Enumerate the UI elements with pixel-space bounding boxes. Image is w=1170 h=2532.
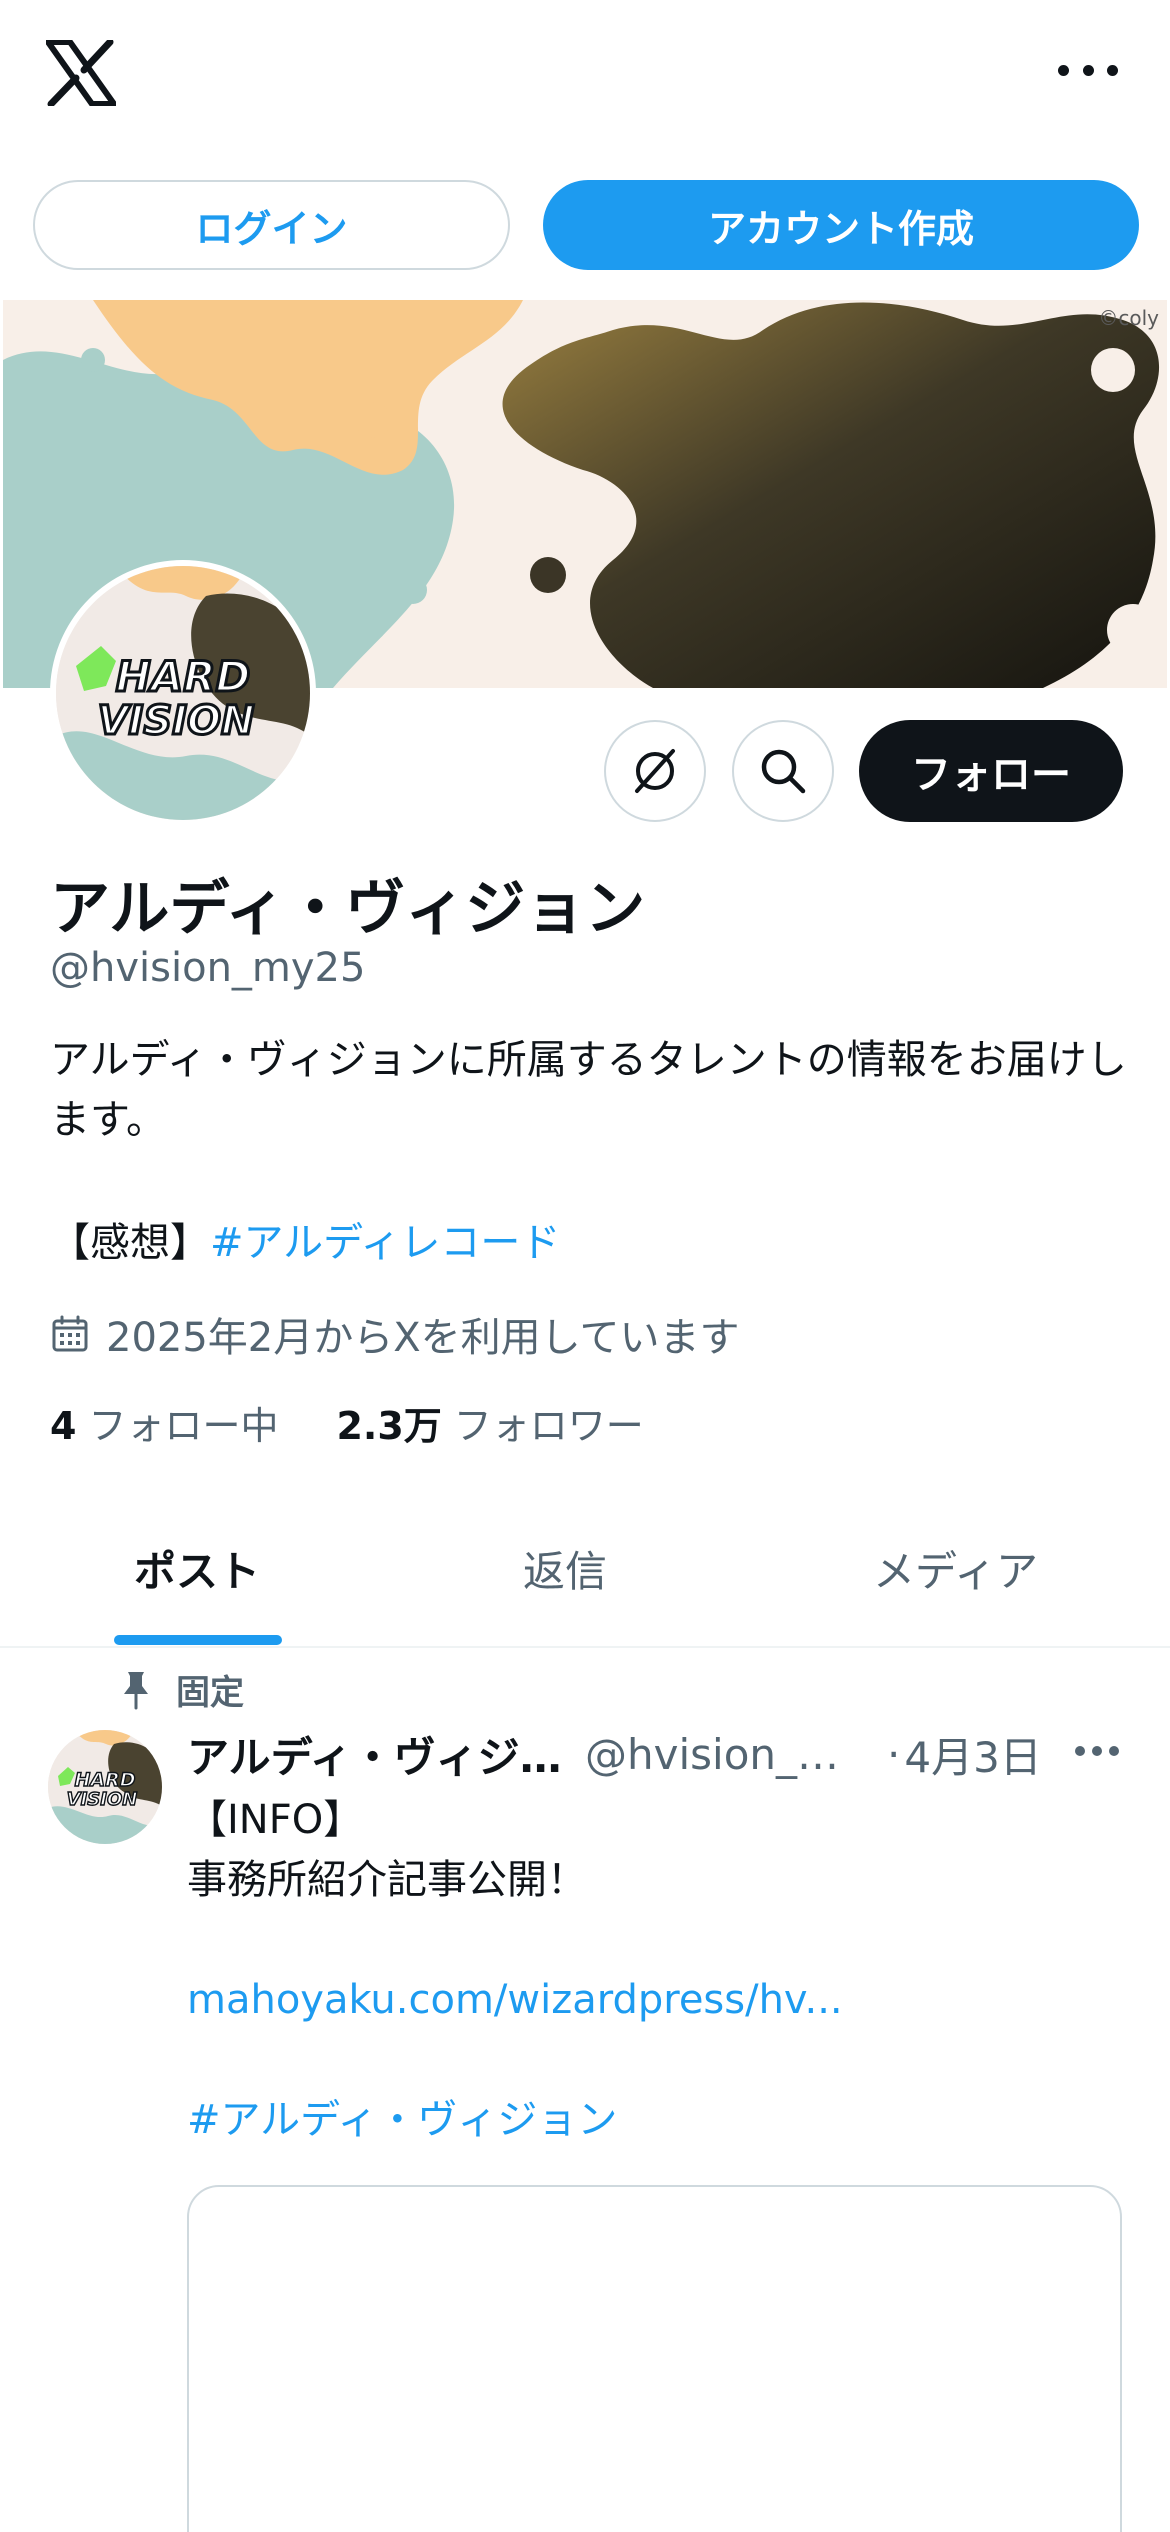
following-label: フォロー中 (88, 1404, 279, 1448)
grok-button[interactable] (604, 720, 706, 822)
post-handle[interactable]: @hvision_m... (585, 1730, 877, 1779)
display-name: アルディ・ヴィジョン (50, 874, 646, 944)
signup-button[interactable]: アカウント作成 (543, 180, 1139, 270)
post-avatar-logo-line2: VISION (67, 1789, 138, 1810)
x-logo-icon[interactable] (45, 38, 117, 108)
pinned-indicator: 固定 (120, 1665, 244, 1714)
post-media-card[interactable] (187, 2185, 1122, 2532)
bio-label: 【感想】 (50, 1220, 210, 1266)
avatar[interactable]: HARD VISION (50, 560, 316, 826)
post-link[interactable]: mahoyaku.com/wizardpress/hv... (187, 1970, 1117, 2030)
follow-button[interactable]: フォロー (859, 720, 1123, 822)
top-bar (0, 0, 1170, 150)
joined-text: 2025年2月からXを利用しています (106, 1315, 740, 1361)
more-horizontal-icon[interactable] (1058, 50, 1118, 90)
tab-replies[interactable]: 返信 (523, 1538, 607, 1599)
tab-posts[interactable]: ポスト (134, 1538, 260, 1599)
post-line-info: 【INFO】 (187, 1797, 364, 1843)
followers-link[interactable]: 2.3万 フォロワー (336, 1395, 643, 1450)
followers-count: 2.3万 (336, 1404, 442, 1448)
post-avatar[interactable]: HARD VISION (48, 1730, 162, 1844)
banner-credit: ©coly (1098, 306, 1159, 330)
profile-tabs: ポスト 返信 メディア (0, 1500, 1170, 1648)
following-link[interactable]: 4 フォロー中 (50, 1395, 278, 1450)
followers-label: フォロワー (453, 1404, 644, 1448)
login-button[interactable]: ログイン (33, 180, 510, 270)
post-author[interactable]: アルディ・ヴィジ... (187, 1724, 565, 1785)
bio: アルディ・ヴィジョンに所属するタレントの情報をお届けします。 (50, 1037, 1127, 1143)
post-header: アルディ・ヴィジ... @hvision_m... · 4月3日 (187, 1724, 1127, 1785)
pin-icon (124, 1671, 148, 1709)
post-avatar-logo-line1: HARD (74, 1769, 135, 1791)
avatar-logo-line1: HARD (116, 652, 251, 701)
avatar-logo-line2: VISION (97, 698, 254, 744)
post-separator: · (887, 1730, 901, 1779)
follow-stats: 4 フォロー中 2.3万 フォロワー (50, 1395, 644, 1450)
search-button[interactable] (732, 720, 834, 822)
search-icon (761, 749, 806, 794)
following-count: 4 (50, 1404, 77, 1448)
active-tab-indicator (114, 1635, 282, 1645)
bio-extra: 【感想】#アルディレコード (50, 1210, 560, 1268)
user-handle: @hvision_my25 (50, 945, 366, 991)
post-date[interactable]: 4月3日 (904, 1724, 1041, 1785)
tab-media[interactable]: メディア (873, 1538, 1038, 1599)
joined-date: 2025年2月からXを利用しています (50, 1305, 739, 1363)
post-hashtag-link[interactable]: #アルディ・ヴィジョン (187, 2090, 1117, 2150)
calendar-icon (52, 1315, 88, 1352)
post-body: 【INFO】 事務所紹介記事公開！ mahoyaku.com/wizardpre… (187, 1790, 1117, 2150)
bio-hashtag-link[interactable]: #アルディレコード (210, 1220, 560, 1266)
more-horizontal-icon[interactable] (1075, 1746, 1119, 1758)
pinned-label: 固定 (176, 1673, 244, 1713)
post-line-text: 事務所紹介記事公開！ (187, 1857, 587, 1903)
grok-icon (635, 749, 675, 793)
